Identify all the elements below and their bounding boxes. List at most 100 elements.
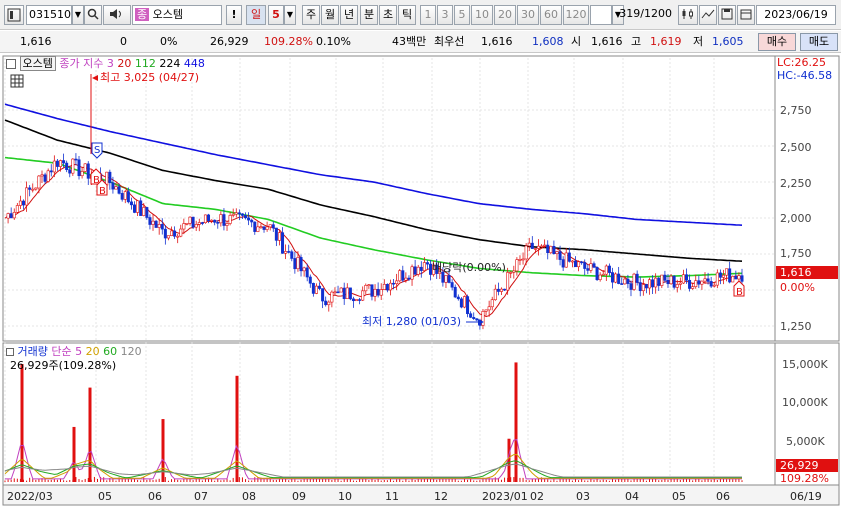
price-axis [774,55,840,342]
interval-button-120[interactable]: 120 [563,5,589,25]
legend-ma448[interactable]: 448 [184,57,205,70]
candle-body-153 [475,318,479,321]
candle-body-24 [77,159,81,177]
vol-tick-5000: 5,000K [786,435,825,448]
period-num-field[interactable]: 5 [268,5,284,25]
candle-body-133 [413,266,417,275]
legend-volume[interactable]: 거래량 [18,345,48,358]
code-dropdown-icon[interactable]: ▼ [72,5,84,25]
candle-body-202 [626,278,630,284]
legend-vol-ma20[interactable]: 20 [86,345,100,358]
candle-body-18 [59,160,63,167]
trade-amount: 43백만 [392,35,427,48]
crosshair-icon[interactable] [699,5,717,25]
candle-body-8 [28,187,32,190]
period-week-button[interactable]: 주 [302,5,320,25]
candle-body-73 [228,215,232,224]
candle-body-194 [601,273,605,276]
legend-ma112[interactable]: 112 [135,57,156,70]
high-label: 고 [631,35,642,48]
candle-body-79 [247,217,251,221]
candle-body-190 [589,263,593,271]
candle-body-219 [678,282,682,285]
candle-body-158 [490,299,494,308]
legend-vol-ma120[interactable]: 120 [121,345,142,358]
stock-chart[interactable]: 2,750 2,500 2,250 2,000 1,750 1,250 1,61… [0,54,841,506]
panel-menu-icon[interactable] [6,59,16,69]
calendar-icon[interactable] [737,5,755,25]
period-year-button[interactable]: 년 [340,5,358,25]
period-tick-button[interactable]: 틱 [398,5,416,25]
candle-body-157 [487,306,491,311]
x-axis-label-11: 03 [576,490,590,503]
candle-body-93 [290,251,294,259]
x-axis-label-9: 2023/01 [482,490,528,503]
candle-body-114 [355,299,359,302]
candle-body-228 [706,278,710,282]
candle-body-198 [614,273,618,283]
interval-button-20[interactable]: 20 [494,5,516,25]
candle-body-46 [145,207,149,218]
candle-body-182 [564,252,568,268]
current-price: 1,616 [20,35,52,48]
candle-body-203 [629,283,633,290]
period-second-button[interactable]: 초 [379,5,397,25]
interval-button-3[interactable]: 3 [437,5,453,25]
candle-body-47 [148,217,152,225]
quote-bar: 1,616 0 0% 26,929 109.28% 0.10% 43백만 최우선… [0,31,841,53]
interval-button-10[interactable]: 10 [471,5,493,25]
candle-body-83 [259,226,263,228]
candle-body-20 [65,162,69,171]
candle-body-55 [173,230,177,237]
period-month-button[interactable]: 월 [321,5,339,25]
candle-body-171 [530,242,534,249]
search-icon[interactable] [84,5,102,25]
volume-panel [2,342,776,486]
legend-vol-ma5[interactable]: 단순 5 [51,345,82,358]
panel-title[interactable]: 오스템 [19,56,56,71]
period-dropdown-icon[interactable]: ▼ [284,5,296,25]
grid-table-icon[interactable] [10,74,24,91]
interval-button-1[interactable]: 1 [420,5,436,25]
candle-body-72 [225,223,229,226]
volume-current-label: 26,929주(109.28%) [10,359,117,372]
interval-button-5[interactable]: 5 [454,5,470,25]
period-day-button[interactable]: 일 [246,5,266,25]
interval-custom-field[interactable] [590,5,612,25]
candle-body-205 [635,273,639,283]
candle-body-86 [268,224,272,228]
candle-body-155 [481,311,485,326]
candle-body-216 [669,275,673,285]
legend-ma20[interactable]: 20 [117,57,131,70]
candle-body-91 [284,251,288,254]
low-price: 1,605 [712,35,744,48]
stock-code-input[interactable]: 031510 [26,5,72,25]
sell-order-button[interactable]: 매도 [800,33,838,51]
period-minute-button[interactable]: 분 [360,5,378,25]
candle-body-38 [120,193,124,200]
candle-body-233 [721,274,725,278]
buy-order-button[interactable]: 매수 [758,33,796,51]
volume-panel-menu-icon[interactable] [6,348,14,356]
candle-body-181 [561,259,565,268]
stock-name-field[interactable]: 종 오스템 [132,5,222,25]
save-icon[interactable] [718,5,736,25]
chart-menu-icon[interactable] [4,5,24,25]
date-field[interactable]: 2023/06/19 [756,5,836,25]
candle-body-169 [524,245,528,260]
legend-vol-ma60[interactable]: 60 [103,345,117,358]
alert-button[interactable]: ! [226,5,242,25]
candle-body-197 [610,272,614,283]
candle-body-199 [617,273,621,284]
candle-body-236 [731,276,735,283]
candle-body-156 [484,309,488,312]
candle-type-icon[interactable] [678,5,698,25]
legend-ma224[interactable]: 224 [159,57,180,70]
interval-button-30[interactable]: 30 [517,5,539,25]
candle-body-57 [179,228,183,237]
high-price: 1,619 [650,35,682,48]
legend-close-price[interactable]: 종가 지수 3 [59,57,113,70]
speaker-icon[interactable] [103,5,131,25]
candle-body-42 [133,204,137,213]
interval-button-60[interactable]: 60 [540,5,562,25]
